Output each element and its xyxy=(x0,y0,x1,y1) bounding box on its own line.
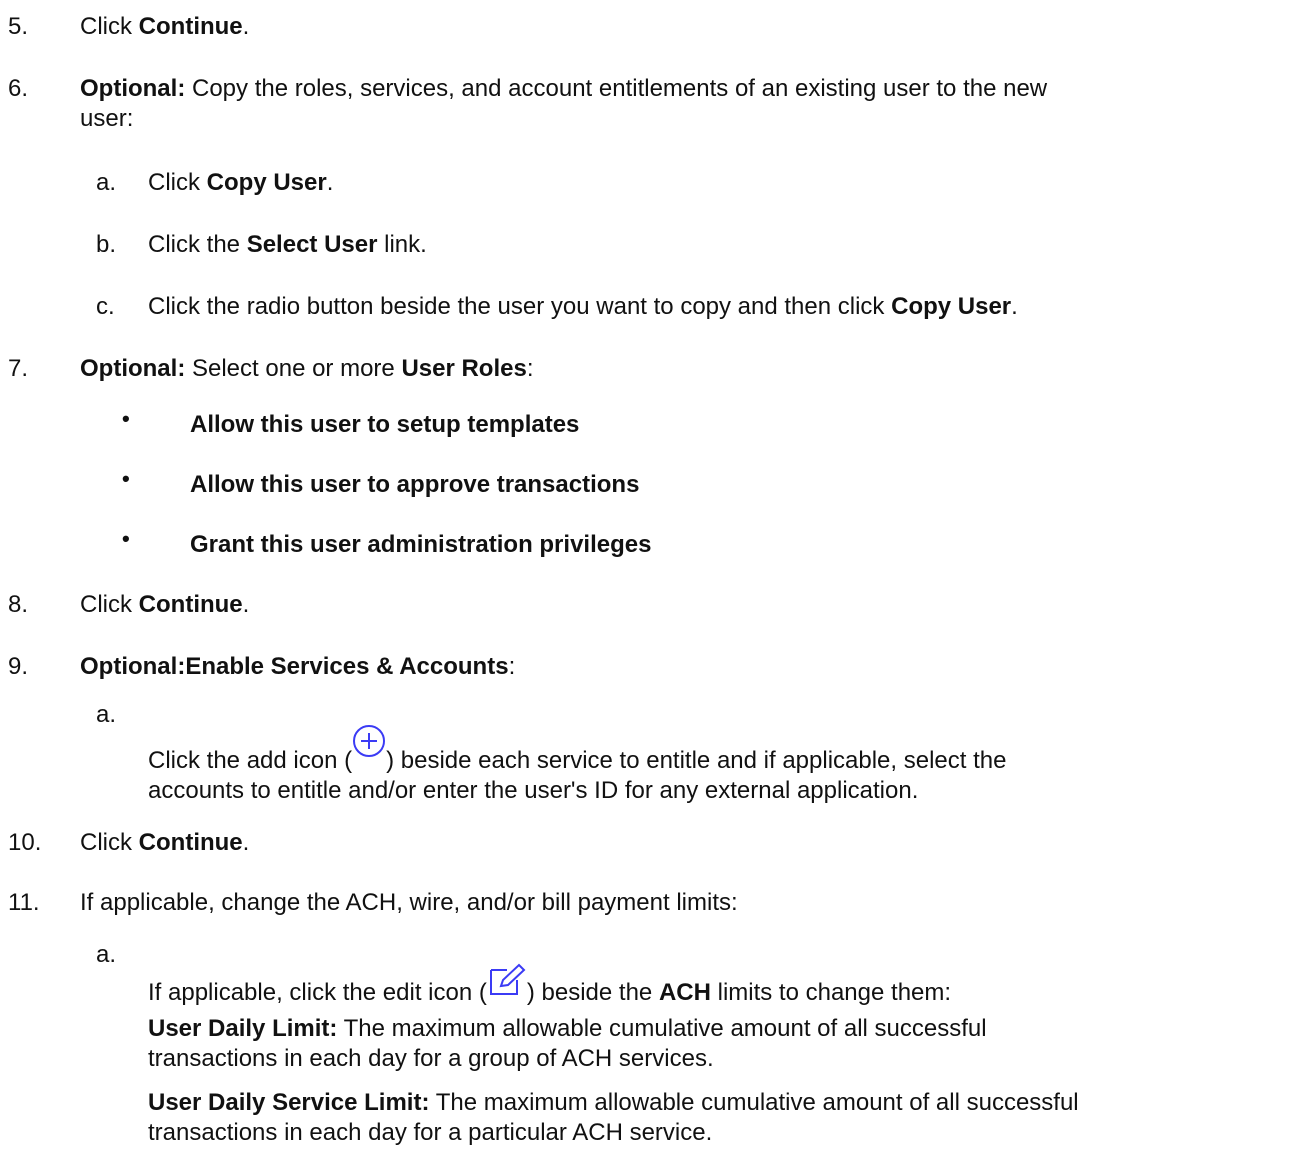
substep-letter: a. xyxy=(96,941,117,968)
step-text-post: limits to change them: xyxy=(710,979,952,1006)
punct: : xyxy=(508,653,516,680)
select-user-label: Select User xyxy=(246,231,378,258)
optional-label: Optional: xyxy=(80,355,186,382)
enable-services-label: Optional:Enable Services & Accounts xyxy=(80,653,509,680)
bullet: • xyxy=(122,406,130,431)
step-text: If applicable, change the ACH, wire, and… xyxy=(80,889,738,916)
substep-letter: b. xyxy=(96,231,117,258)
step-text: Copy the roles, services, and account en… xyxy=(185,75,1048,102)
step-text-post: ) beside each service to entitle and if … xyxy=(386,747,1007,774)
continue-label: Continue xyxy=(138,13,243,40)
definition-term: User Daily Limit: xyxy=(148,1015,338,1042)
definition-text-cont: transactions in each day for a particula… xyxy=(148,1119,713,1146)
step-number: 6. xyxy=(8,75,29,102)
step-text: Click xyxy=(80,13,139,40)
step-text: Click xyxy=(80,829,139,856)
definition-text-cont: transactions in each day for a group of … xyxy=(148,1045,714,1072)
step-number: 11. xyxy=(8,889,40,916)
step-number: 8. xyxy=(8,591,29,618)
bullet: • xyxy=(122,526,130,551)
user-roles-label: User Roles xyxy=(401,355,527,382)
optional-label: Optional: xyxy=(80,75,186,102)
step-text: Click the xyxy=(148,231,247,258)
copy-user-label: Copy User xyxy=(206,169,327,196)
step-number: 10. xyxy=(8,829,42,856)
substep-letter: a. xyxy=(96,169,117,196)
definition-text: The maximum allowable cumulative amount … xyxy=(429,1089,1079,1116)
ach-label: ACH xyxy=(658,979,711,1006)
step-number: 7. xyxy=(8,355,29,382)
step-text-post: link. xyxy=(377,231,427,258)
role-label: Allow this user to setup templates xyxy=(190,411,580,438)
step-text-cont: user: xyxy=(80,105,134,132)
step-text: Click xyxy=(148,169,207,196)
step-text: If applicable, click the edit icon ( xyxy=(148,979,487,1006)
step-number: 9. xyxy=(8,653,29,680)
punct: . xyxy=(242,591,250,618)
definition-term: User Daily Service Limit: xyxy=(148,1089,430,1116)
step-text: Select one or more xyxy=(185,355,402,382)
definition-text: The maximum allowable cumulative amount … xyxy=(337,1015,987,1042)
substep-letter: c. xyxy=(96,293,115,320)
punct: . xyxy=(326,169,334,196)
role-label: Allow this user to approve transactions xyxy=(190,471,640,498)
step-text: Click the add icon ( xyxy=(148,747,353,774)
substep-letter: a. xyxy=(96,701,117,728)
role-label: Grant this user administration privilege… xyxy=(190,531,652,558)
punct: : xyxy=(526,355,534,382)
step-text: Click the radio button beside the user y… xyxy=(148,293,892,320)
bullet: • xyxy=(122,466,130,491)
step-text-cont: accounts to entitle and/or enter the use… xyxy=(148,777,919,804)
definition-user-daily-service-limit: User Daily Service Limit: The maximum al… xyxy=(148,1088,1265,1148)
copy-user-label: Copy User xyxy=(891,293,1012,320)
step-text: Click xyxy=(80,591,139,618)
add-circle-icon xyxy=(352,724,386,766)
punct: . xyxy=(242,13,250,40)
continue-label: Continue xyxy=(138,829,243,856)
step-number: 5. xyxy=(8,13,29,40)
punct: . xyxy=(242,829,250,856)
edit-square-icon xyxy=(487,962,527,1006)
step-text-mid: ) beside the xyxy=(526,979,659,1006)
definition-user-daily-limit: User Daily Limit: The maximum allowable … xyxy=(148,1014,1265,1074)
punct: . xyxy=(1011,293,1018,320)
continue-label: Continue xyxy=(138,591,243,618)
